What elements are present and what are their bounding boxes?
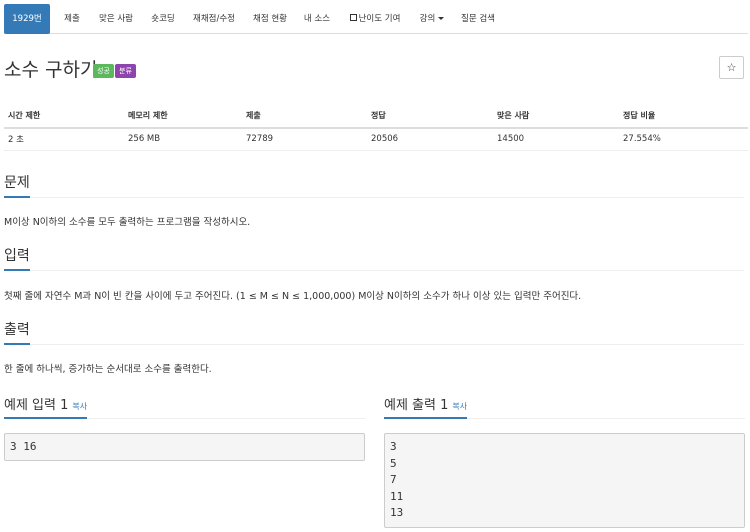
table-cell: 2 초 [4, 128, 124, 151]
sample-input-box: 3 16 [4, 433, 365, 461]
sample-input-header: 예제 입력 1 복사 [4, 394, 365, 419]
copy-sample-input-link[interactable]: 복사 [72, 402, 87, 411]
table-cell: 20506 [367, 128, 493, 151]
table-header-cell: 맞은 사람 [493, 103, 619, 129]
section-heading: 입력 [4, 245, 30, 271]
problem-info-table: 시간 제한 메모리 제한 제출 정답 맞은 사람 정답 비율 2 초 256 M… [4, 103, 748, 151]
problem-nav-tabs: 1929번 제출 맞은 사람 숏코딩 재채점/수정 채점 현황 내 소스 난이도… [4, 4, 748, 34]
tab-my-source[interactable]: 내 소스 [300, 4, 334, 34]
input-description-text: 첫째 줄에 자연수 M과 N이 빈 칸을 사이에 두고 주어진다. (1 ≤ M… [4, 291, 582, 302]
table-cell: 27.554% [619, 128, 748, 151]
tab-problem-number[interactable]: 1929번 [4, 4, 50, 34]
sample-output-header: 예제 출력 1 복사 [384, 394, 745, 419]
output-description-header: 출력 [4, 319, 744, 345]
table-header-cell: 메모리 제한 [124, 103, 242, 129]
tab-lecture-dropdown[interactable]: 강의 [414, 4, 450, 34]
tab-lecture-label: 강의 [419, 14, 436, 24]
table-header-row: 시간 제한 메모리 제한 제출 정답 맞은 사람 정답 비율 [4, 103, 748, 129]
category-badge[interactable]: 분류 [115, 64, 136, 78]
sample-input-title: 예제 입력 1 [4, 398, 69, 413]
copy-sample-output-link[interactable]: 복사 [452, 402, 467, 411]
tab-rejudge-edit[interactable]: 재채점/수정 [188, 4, 240, 34]
table-cell: 256 MB [124, 128, 242, 151]
external-link-icon [349, 14, 357, 21]
tab-difficulty-label: 난이도 기여 [358, 14, 401, 24]
table-header-cell: 정답 비율 [619, 103, 748, 129]
section-heading: 예제 출력 1 복사 [384, 394, 468, 419]
problem-description-header: 문제 [4, 172, 744, 198]
tab-judge-status[interactable]: 채점 현황 [248, 4, 292, 34]
sample-output-box: 3 5 7 11 13 [384, 433, 745, 528]
tab-solved-users[interactable]: 맞은 사람 [94, 4, 138, 34]
table-cell: 14500 [493, 128, 619, 151]
tab-question-search[interactable]: 질문 검색 [456, 4, 500, 34]
star-button[interactable]: ☆ [719, 56, 744, 79]
caret-down-icon [438, 17, 445, 20]
status-badge-success: 성공 [93, 64, 114, 78]
table-header-cell: 정답 [367, 103, 493, 129]
table-header-cell: 시간 제한 [4, 103, 124, 129]
tab-difficulty-contribution[interactable]: 난이도 기여 [344, 4, 406, 34]
input-description-header: 입력 [4, 245, 744, 271]
section-heading: 예제 입력 1 복사 [4, 394, 88, 419]
section-heading: 문제 [4, 172, 30, 198]
tab-short-coding[interactable]: 숏코딩 [146, 4, 180, 34]
section-heading: 출력 [4, 319, 30, 345]
page-title: 소수 구하기 [4, 59, 98, 81]
output-description-text: 한 줄에 하나씩, 증가하는 순서대로 소수를 출력한다. [4, 364, 212, 375]
tab-submit[interactable]: 제출 [58, 4, 86, 34]
table-cell: 72789 [242, 128, 367, 151]
problem-description-text: M이상 N이하의 소수를 모두 출력하는 프로그램을 작성하시오. [4, 217, 251, 228]
table-header-cell: 제출 [242, 103, 367, 129]
table-row: 2 초 256 MB 72789 20506 14500 27.554% [4, 128, 748, 151]
sample-output-title: 예제 출력 1 [384, 398, 449, 413]
